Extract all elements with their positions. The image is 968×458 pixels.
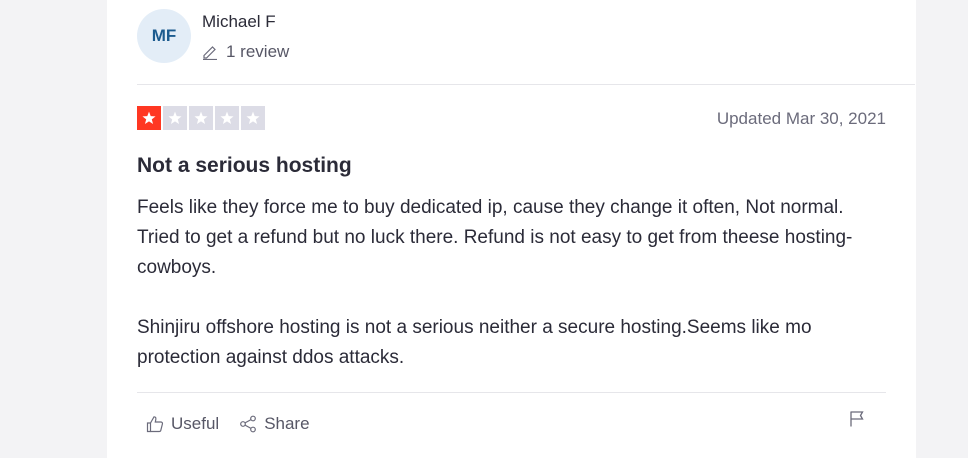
review-date: Updated Mar 30, 2021 <box>716 109 886 128</box>
share-button[interactable]: Share <box>239 414 310 434</box>
review-paragraph: Feels like they force me to buy dedicate… <box>137 197 853 278</box>
review-card: MF Michael F 1 review Updated Mar 30, 20… <box>107 0 916 458</box>
flag-icon <box>850 411 864 427</box>
review-paragraph: Shinjiru offshore hosting is not a serio… <box>137 317 812 368</box>
star-rating <box>137 106 267 130</box>
useful-label: Useful <box>171 414 220 433</box>
share-label: Share <box>264 414 310 433</box>
star-icon <box>194 111 208 124</box>
review-count: 1 review <box>202 42 289 62</box>
divider <box>137 84 915 85</box>
star-3 <box>189 106 213 130</box>
review-title[interactable]: Not a serious hosting <box>137 154 352 178</box>
consumer-header: MF Michael F 1 review <box>137 9 289 65</box>
review-actions: Useful Share <box>146 414 330 434</box>
report-button[interactable] <box>849 410 865 433</box>
star-icon <box>220 111 234 124</box>
avatar[interactable]: MF <box>137 9 191 63</box>
divider <box>137 392 886 393</box>
thumbs-up-icon <box>146 416 164 433</box>
consumer-info: Michael F 1 review <box>202 9 289 62</box>
star-icon <box>246 111 260 124</box>
star-icon <box>168 111 182 124</box>
useful-button[interactable]: Useful <box>146 414 219 434</box>
pencil-icon <box>203 46 217 60</box>
star-icon <box>142 111 156 124</box>
review-count-label: 1 review <box>226 42 290 61</box>
share-icon <box>240 415 257 433</box>
star-5 <box>241 106 265 130</box>
consumer-name[interactable]: Michael F <box>202 12 289 32</box>
review-body: Feels like they force me to buy dedicate… <box>137 193 882 403</box>
star-1 <box>137 106 161 130</box>
star-2 <box>163 106 187 130</box>
star-4 <box>215 106 239 130</box>
